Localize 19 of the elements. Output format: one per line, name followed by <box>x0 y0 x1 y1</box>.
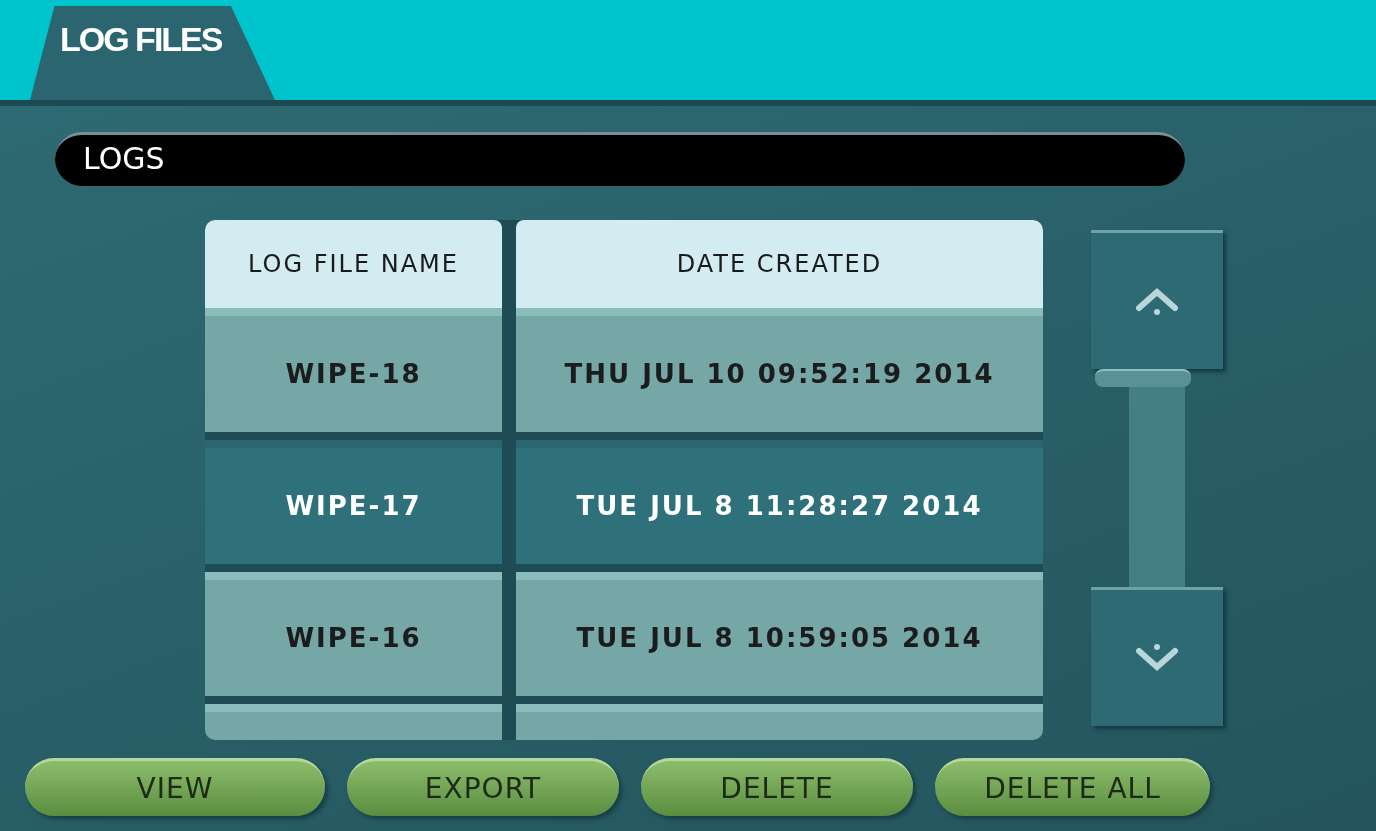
tab[interactable]: LOG FILES <box>30 6 275 100</box>
scroll-down-button[interactable] <box>1091 587 1223 726</box>
chevron-up-icon <box>1135 286 1179 316</box>
table-cell[interactable]: THU JUL 10 09:52:19 2014 <box>516 308 1043 432</box>
action-button[interactable]: EXPORT <box>347 758 619 816</box>
table-cell[interactable]: WIPE-16 <box>205 572 502 696</box>
column-header: LOG FILE NAME <box>205 220 502 308</box>
chevron-down-icon <box>1135 643 1179 673</box>
table-cell[interactable]: TUE JUL 8 11:28:27 2014 <box>516 440 1043 564</box>
action-button[interactable]: VIEW <box>25 758 325 816</box>
action-button[interactable]: DELETE <box>641 758 913 816</box>
section-title-bar: LOGS <box>55 132 1185 186</box>
action-button[interactable]: DELETE ALL <box>935 758 1210 816</box>
scrollbar-thumb[interactable] <box>1095 369 1191 387</box>
table-cell[interactable]: TUE JUL 8 10:59:05 2014 <box>516 572 1043 696</box>
table-cell[interactable]: WIPE-18 <box>205 308 502 432</box>
table-cell[interactable]: WIPE-17 <box>205 440 502 564</box>
scroll-up-button[interactable] <box>1091 230 1223 369</box>
column-header: DATE CREATED <box>516 220 1043 308</box>
